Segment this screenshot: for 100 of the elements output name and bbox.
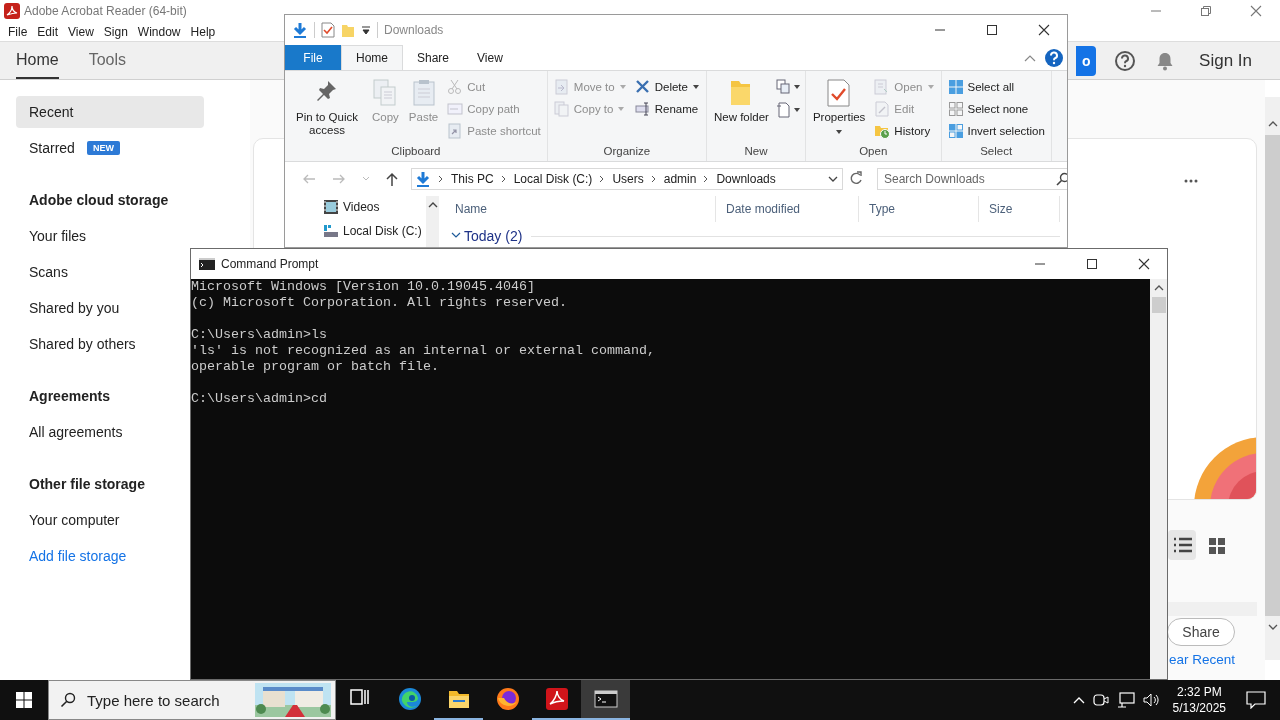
caret-icon: [617, 104, 626, 113]
ribbon-button[interactable]: History: [872, 121, 937, 140]
scroll-up-icon[interactable]: [1153, 285, 1164, 291]
nav-item[interactable]: Videos: [323, 198, 426, 216]
ribbon-button[interactable]: Select none: [945, 99, 1047, 118]
more-icon[interactable]: [1184, 179, 1198, 183]
ribbon-tab[interactable]: View: [463, 45, 517, 70]
menu-item[interactable]: Edit: [32, 24, 64, 39]
ribbon-button[interactable]: Delete: [632, 77, 702, 96]
scroll-up-icon[interactable]: [1267, 121, 1278, 127]
clock[interactable]: 2:32 PM 5/13/2025: [1164, 680, 1234, 720]
item-label: Scans: [29, 264, 68, 280]
bell-icon[interactable]: [1156, 50, 1175, 71]
properties-icon: [826, 79, 853, 107]
ribbon-button[interactable]: Pin to Quick access: [289, 77, 365, 139]
share-button[interactable]: Share: [1167, 618, 1235, 646]
caret-icon: [792, 83, 801, 91]
document-button[interactable]: [775, 100, 801, 120]
caret-icon: [691, 82, 700, 91]
select-all-icon: [947, 78, 964, 95]
scroll-down-icon[interactable]: [1267, 624, 1278, 630]
edit-icon: [874, 100, 891, 117]
download-arrow-icon[interactable]: [292, 22, 308, 38]
menu-item[interactable]: File: [3, 24, 33, 39]
sidebar-item-highlight[interactable]: Recent: [16, 96, 204, 128]
menu-item[interactable]: View: [63, 24, 99, 39]
clear-recent-link[interactable]: ear Recent: [1168, 652, 1235, 667]
ribbon-tab[interactable]: Home: [341, 45, 403, 70]
download-arrow-icon: [415, 171, 431, 187]
scroll-up-icon[interactable]: [427, 202, 438, 208]
group-label: Clipboard: [390, 145, 442, 159]
scrollbar[interactable]: [426, 196, 439, 247]
select-none-icon: [947, 100, 964, 117]
network-icon[interactable]: [1116, 692, 1135, 708]
console-taskbar-button[interactable]: [581, 680, 630, 720]
column-header[interactable]: Name: [445, 196, 716, 222]
properties-icon[interactable]: [321, 22, 335, 38]
rename-icon: [634, 100, 651, 117]
ribbon-button[interactable]: Select all: [945, 77, 1047, 96]
menu-item[interactable]: Help: [185, 24, 221, 39]
ribbon-button[interactable]: Invert selection: [945, 121, 1047, 140]
camera-icon[interactable]: [1092, 692, 1109, 708]
scrollbar-thumb[interactable]: [1151, 297, 1166, 313]
breadcrumb-item[interactable]: This PC: [451, 172, 494, 186]
breadcrumb-item[interactable]: Local Disk (C:): [513, 172, 593, 186]
breadcrumb-item[interactable]: Downloads: [716, 172, 776, 186]
maximize-icon[interactable]: [985, 23, 999, 37]
drive-icon: [323, 223, 339, 239]
new-badge: NEW: [86, 141, 120, 155]
close-icon[interactable]: [1137, 257, 1151, 271]
document-icon: [775, 102, 792, 118]
film-icon: [323, 199, 339, 215]
menu-item[interactable]: Sign: [98, 24, 133, 39]
breadcrumb-item[interactable]: Users: [612, 172, 644, 186]
new-item-button[interactable]: [775, 77, 801, 97]
menu-item[interactable]: Window: [132, 24, 186, 39]
ribbon-button[interactable]: Rename: [632, 99, 702, 118]
address-bar[interactable]: This PC Local Disk (C:) Users admin Downloads: [411, 168, 843, 190]
item-label: Shared by you: [29, 300, 120, 316]
scrollbar[interactable]: [1150, 279, 1167, 679]
chevron-down-icon[interactable]: [451, 232, 461, 240]
breadcrumb-item[interactable]: admin: [663, 172, 697, 186]
nav-item[interactable]: Local Disk (C:): [323, 222, 426, 240]
tab[interactable]: Tools: [88, 42, 127, 79]
help-icon[interactable]: [1115, 50, 1136, 71]
notification-icon[interactable]: [1246, 691, 1266, 709]
ribbon-button[interactable]: Properties: [809, 77, 869, 138]
console-line: 'ls' is not recognized as an internal or external command,: [191, 343, 656, 359]
list-view-icon[interactable]: [1168, 530, 1196, 560]
ribbon-button[interactable]: New folder: [710, 77, 772, 126]
column-header[interactable]: Size: [979, 196, 1060, 222]
console-line: operable program or batch file.: [191, 359, 440, 375]
restore-icon[interactable]: [1199, 4, 1213, 18]
caret-icon[interactable]: [361, 25, 371, 35]
sign-in-button[interactable]: Sign In: [1195, 50, 1256, 71]
caret-icon: [618, 82, 627, 91]
ribbon-tab[interactable]: Share: [403, 45, 464, 70]
header-button[interactable]: o: [1076, 45, 1097, 76]
up-arrow-icon[interactable]: [386, 172, 398, 186]
group-label: Select: [979, 145, 1014, 159]
column-header[interactable]: Date modified: [716, 196, 859, 222]
window-title: Adobe Acrobat Reader (64-bit): [24, 4, 187, 18]
windows-start-icon[interactable]: [16, 692, 32, 708]
dropdown-icon[interactable]: [828, 176, 838, 182]
column-header[interactable]: Type: [859, 196, 979, 222]
add-storage-link[interactable]: Add file storage: [16, 540, 127, 572]
item-label: Your computer: [29, 512, 120, 528]
acrobat-logo-icon: [4, 3, 20, 19]
group-label: New: [743, 145, 769, 159]
chevron-right-icon: [599, 175, 606, 183]
group-header[interactable]: Today (2): [464, 228, 523, 244]
caret-icon: [792, 106, 801, 114]
shortcut-icon: [447, 122, 464, 139]
maximize-icon[interactable]: [1085, 257, 1099, 271]
ribbon-tab[interactable]: File: [285, 45, 341, 70]
help-icon[interactable]: [1044, 47, 1064, 68]
console-line: C:\Users\admin>cd: [191, 391, 328, 407]
clipboard-icon: [410, 79, 437, 107]
volume-icon[interactable]: [1142, 692, 1161, 708]
close-icon[interactable]: [1037, 23, 1051, 37]
